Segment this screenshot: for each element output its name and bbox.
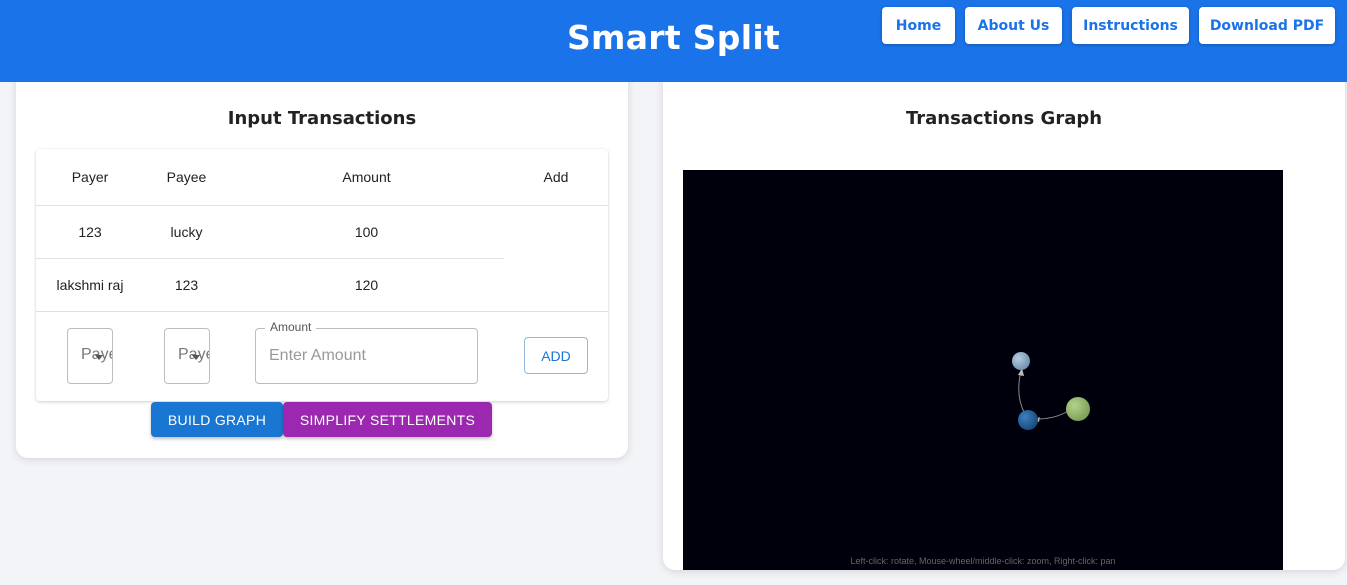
chevron-down-icon xyxy=(192,355,200,360)
graph-canvas[interactable]: Left-click: rotate, Mouse-wheel/middle-c… xyxy=(683,170,1283,570)
add-transaction-button[interactable]: ADD xyxy=(524,337,588,374)
nav-download-pdf-button[interactable]: Download PDF xyxy=(1199,7,1335,44)
app-header: Smart Split Home About Us Instructions D… xyxy=(0,0,1347,82)
payee-select[interactable]: Payee xyxy=(164,328,210,384)
column-header-add: Add xyxy=(543,169,569,185)
input-transactions-title: Input Transactions xyxy=(227,108,417,129)
header-divider xyxy=(36,205,608,206)
amount-input[interactable] xyxy=(269,345,464,367)
chevron-down-icon xyxy=(95,355,103,360)
row-divider xyxy=(36,311,608,312)
column-header-payer: Payer xyxy=(71,169,109,185)
graph-node[interactable] xyxy=(1066,397,1090,421)
column-header-amount: Amount xyxy=(342,169,391,185)
nav-instructions-button[interactable]: Instructions xyxy=(1072,7,1189,44)
row-1-payee: lucky xyxy=(170,224,203,240)
transactions-table: Payer Payee Amount Add 123 lucky 100 lak… xyxy=(36,149,608,401)
graph-node[interactable] xyxy=(1012,352,1030,370)
column-header-payee: Payee xyxy=(166,169,207,185)
graph-edge xyxy=(1018,370,1026,415)
row-2-amount: 120 xyxy=(354,277,379,293)
input-transactions-card: Input Transactions Payer Payee Amount Ad… xyxy=(16,60,628,458)
row-1-payer: 123 xyxy=(78,224,102,240)
payer-select[interactable]: Payer xyxy=(67,328,113,384)
transactions-graph-title: Transactions Graph xyxy=(905,108,1103,129)
amount-field: Amount xyxy=(255,320,478,384)
graph-svg xyxy=(1012,352,1090,430)
transactions-graph-card: Transactions Graph Left-click: rotate, M… xyxy=(663,60,1345,570)
amount-field-label: Amount xyxy=(265,320,317,334)
graph-edge xyxy=(1039,410,1069,420)
row-2-payer: lakshmi raj xyxy=(56,277,124,293)
nav-about-us-button[interactable]: About Us xyxy=(965,7,1062,44)
simplify-settlements-button[interactable]: SIMPLIFY SETTLEMENTS xyxy=(283,402,492,437)
build-graph-button[interactable]: BUILD GRAPH xyxy=(151,402,283,437)
row-2-payee: 123 xyxy=(174,277,199,293)
row-1-amount: 100 xyxy=(354,224,379,240)
nav-home-button[interactable]: Home xyxy=(882,7,955,44)
graph-node[interactable] xyxy=(1018,410,1038,430)
row-divider xyxy=(36,258,504,259)
graph-controls-hint: Left-click: rotate, Mouse-wheel/middle-c… xyxy=(850,556,1116,566)
